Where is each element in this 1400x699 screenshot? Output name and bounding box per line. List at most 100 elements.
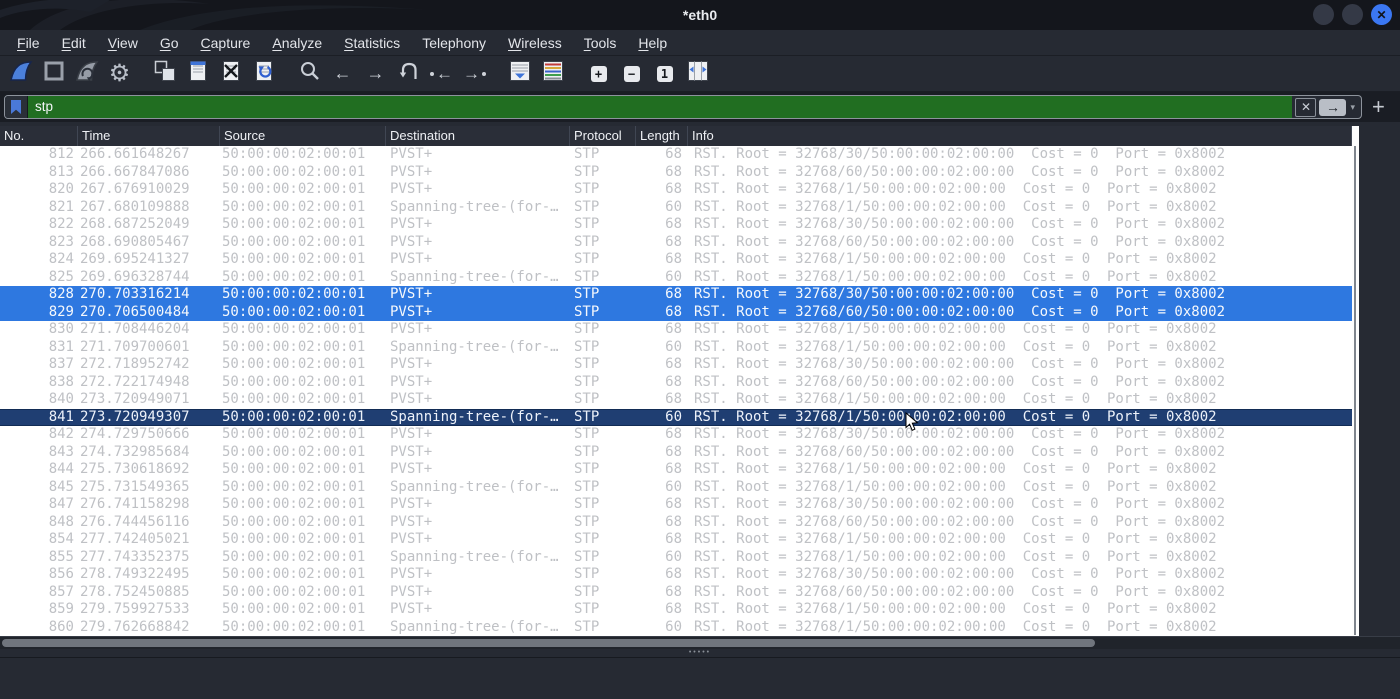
menu-item-wireless[interactable]: Wireless — [497, 30, 573, 56]
cell-protocol: STP — [574, 426, 600, 442]
packet-row[interactable]: 854 277.742405021 50:00:00:02:00:01 PVST+ ST… — [0, 531, 1352, 549]
reload-file-button[interactable] — [249, 59, 279, 89]
packet-row[interactable]: 813 266.667847086 50:00:00:02:00:01 PVST+ ST… — [0, 163, 1352, 181]
packet-row[interactable]: 847 276.741158298 50:00:00:02:00:01 PVST+ ST… — [0, 496, 1352, 514]
pane-splitter[interactable]: ••••• — [0, 649, 1400, 657]
cell-length: 60 — [665, 409, 682, 425]
minimize-button[interactable] — [1313, 4, 1334, 25]
column-header-length[interactable]: Length — [636, 126, 688, 146]
horizontal-scrollbar[interactable] — [0, 636, 1400, 650]
cell-source: 50:00:00:02:00:01 — [222, 216, 366, 232]
packet-row[interactable]: 830 271.708446204 50:00:00:02:00:01 PVST+ ST… — [0, 321, 1352, 339]
packet-row[interactable]: 838 272.722174948 50:00:00:02:00:01 PVST+ ST… — [0, 373, 1352, 391]
filter-history-dropdown[interactable]: ▾ — [1346, 102, 1361, 113]
go-first-packet-icon: ← — [430, 64, 453, 84]
packet-row[interactable]: 831 271.709700601 50:00:00:02:00:01 Spannin… — [0, 338, 1352, 356]
packet-row[interactable]: 821 267.680109888 50:00:00:02:00:01 Spannin… — [0, 198, 1352, 216]
packet-row[interactable]: 822 268.687252049 50:00:00:02:00:01 PVST+ ST… — [0, 216, 1352, 234]
cell-time: 269.696328744 — [80, 268, 190, 285]
menu-item-tools[interactable]: Tools — [573, 30, 628, 56]
zoom-in-button[interactable]: + — [584, 59, 614, 89]
clear-filter-button[interactable]: ✕ — [1295, 97, 1317, 117]
cell-source: 50:00:00:02:00:01 — [222, 443, 366, 460]
stop-capture-button[interactable] — [39, 59, 69, 89]
column-header-destination[interactable]: Destination — [386, 126, 570, 146]
packet-row[interactable]: 856 278.749322495 50:00:00:02:00:01 PVST+ ST… — [0, 566, 1352, 584]
horizontal-scrollbar-thumb[interactable] — [2, 639, 1095, 647]
packet-row[interactable]: 842 274.729750666 50:00:00:02:00:01 PVST+ ST… — [0, 426, 1352, 444]
cell-source: 50:00:00:02:00:01 — [222, 601, 366, 617]
open-file-button[interactable] — [150, 59, 180, 89]
packet-row[interactable]: 840 273.720949071 50:00:00:02:00:01 PVST+ ST… — [0, 391, 1352, 409]
resize-columns-button[interactable] — [683, 59, 713, 89]
auto-scroll-button[interactable] — [505, 59, 535, 89]
packet-row[interactable]: 812 266.661648267 50:00:00:02:00:01 PVST+ ST… — [0, 146, 1352, 164]
cell-destination: PVST+ — [390, 216, 433, 232]
maximize-button[interactable] — [1342, 4, 1363, 25]
packet-row[interactable]: 829 270.706500484 50:00:00:02:00:01 PVST+ ST… — [0, 303, 1352, 321]
packet-row[interactable]: 843 274.732985684 50:00:00:02:00:01 PVST+ ST… — [0, 443, 1352, 461]
packet-row[interactable]: 857 278.752450885 50:00:00:02:00:01 PVST+ ST… — [0, 583, 1352, 601]
column-header-no[interactable]: No. — [0, 126, 78, 146]
packet-row[interactable]: 859 279.759927533 50:00:00:02:00:01 PVST+ ST… — [0, 601, 1352, 619]
menu-item-view[interactable]: View — [97, 30, 149, 56]
column-header-source[interactable]: Source — [220, 126, 386, 146]
cell-source: 50:00:00:02:00:01 — [222, 583, 366, 600]
packet-row[interactable]: 820 267.676910029 50:00:00:02:00:01 PVST+ ST… — [0, 181, 1352, 199]
column-header-info[interactable]: Info — [688, 126, 1352, 146]
packet-row[interactable]: 860 279.762668842 50:00:00:02:00:01 Spannin… — [0, 618, 1352, 636]
packet-row[interactable]: 828 270.703316214 50:00:00:02:00:01 PVST+ ST… — [0, 286, 1352, 304]
column-header-protocol[interactable]: Protocol — [570, 126, 636, 146]
save-file-button[interactable] — [183, 59, 213, 89]
cell-protocol: STP — [574, 163, 600, 180]
capture-options-button[interactable]: ⚙ — [105, 59, 135, 89]
menu-item-telephony[interactable]: Telephony — [411, 30, 497, 56]
cell-source: 50:00:00:02:00:01 — [222, 268, 366, 285]
apply-filter-button[interactable]: → — [1319, 98, 1347, 116]
cell-time: 275.730618692 — [80, 461, 190, 477]
go-forward-button[interactable]: → — [361, 59, 391, 89]
menu-item-edit[interactable]: Edit — [51, 30, 97, 56]
restart-capture-button[interactable] — [72, 59, 102, 89]
add-filter-button[interactable]: + — [1372, 96, 1385, 118]
cell-info: RST. Root = 32768/1/50:00:00:02:00:00 Co… — [694, 268, 1217, 285]
cell-no: 860 — [48, 618, 74, 635]
menu-item-capture[interactable]: Capture — [190, 30, 262, 56]
colorize-packets-button[interactable] — [538, 59, 568, 89]
zoom-out-button[interactable]: − — [617, 59, 647, 89]
vertical-scrollbar[interactable] — [1352, 126, 1359, 636]
close-file-button[interactable] — [216, 59, 246, 89]
menu-item-file[interactable]: File — [6, 30, 51, 56]
display-filter-field[interactable]: stp ✕ → ▾ — [4, 95, 1362, 119]
packet-row[interactable]: 824 269.695241327 50:00:00:02:00:01 PVST+ ST… — [0, 251, 1352, 269]
cell-no: 820 — [48, 181, 74, 197]
display-filter-input[interactable]: stp — [28, 96, 1293, 118]
packet-row[interactable]: 845 275.731549365 50:00:00:02:00:01 Spannin… — [0, 478, 1352, 496]
close-button[interactable]: ✕ — [1371, 4, 1392, 25]
menu-item-analyze[interactable]: Analyze — [261, 30, 333, 56]
filter-bookmark-button[interactable] — [5, 96, 28, 118]
cell-source: 50:00:00:02:00:01 — [222, 198, 366, 215]
packet-row[interactable]: 837 272.718952742 50:00:00:02:00:01 PVST+ ST… — [0, 356, 1352, 374]
packet-row[interactable]: 844 275.730618692 50:00:00:02:00:01 PVST+ ST… — [0, 461, 1352, 479]
packet-row[interactable]: 823 268.690805467 50:00:00:02:00:01 PVST+ ST… — [0, 233, 1352, 251]
menu-item-go[interactable]: Go — [149, 30, 190, 56]
cell-protocol: STP — [574, 233, 600, 250]
menu-item-statistics[interactable]: Statistics — [333, 30, 411, 56]
vertical-scrollbar-thumb[interactable] — [1354, 146, 1356, 635]
packet-row[interactable]: 841 273.720949307 50:00:00:02:00:01 Spannin… — [0, 408, 1352, 426]
cell-info: RST. Root = 32768/1/50:00:00:02:00:00 Co… — [694, 338, 1217, 355]
start-capture-button[interactable] — [6, 59, 36, 89]
packet-row[interactable]: 855 277.743352375 50:00:00:02:00:01 Spannin… — [0, 548, 1352, 566]
go-last-packet-button[interactable]: → — [460, 59, 490, 89]
column-header-time[interactable]: Time — [78, 126, 220, 146]
go-back-button[interactable]: ← — [328, 59, 358, 89]
menu-item-help[interactable]: Help — [627, 30, 678, 56]
packet-row[interactable]: 848 276.744456116 50:00:00:02:00:01 PVST+ ST… — [0, 513, 1352, 531]
go-first-packet-button[interactable]: ← — [427, 59, 457, 89]
find-packet-button[interactable] — [295, 59, 325, 89]
save-file-icon — [186, 59, 210, 88]
zoom-100-button[interactable]: 1 — [650, 59, 680, 89]
packet-row[interactable]: 825 269.696328744 50:00:00:02:00:01 Spannin… — [0, 268, 1352, 286]
go-to-packet-button[interactable] — [394, 59, 424, 89]
